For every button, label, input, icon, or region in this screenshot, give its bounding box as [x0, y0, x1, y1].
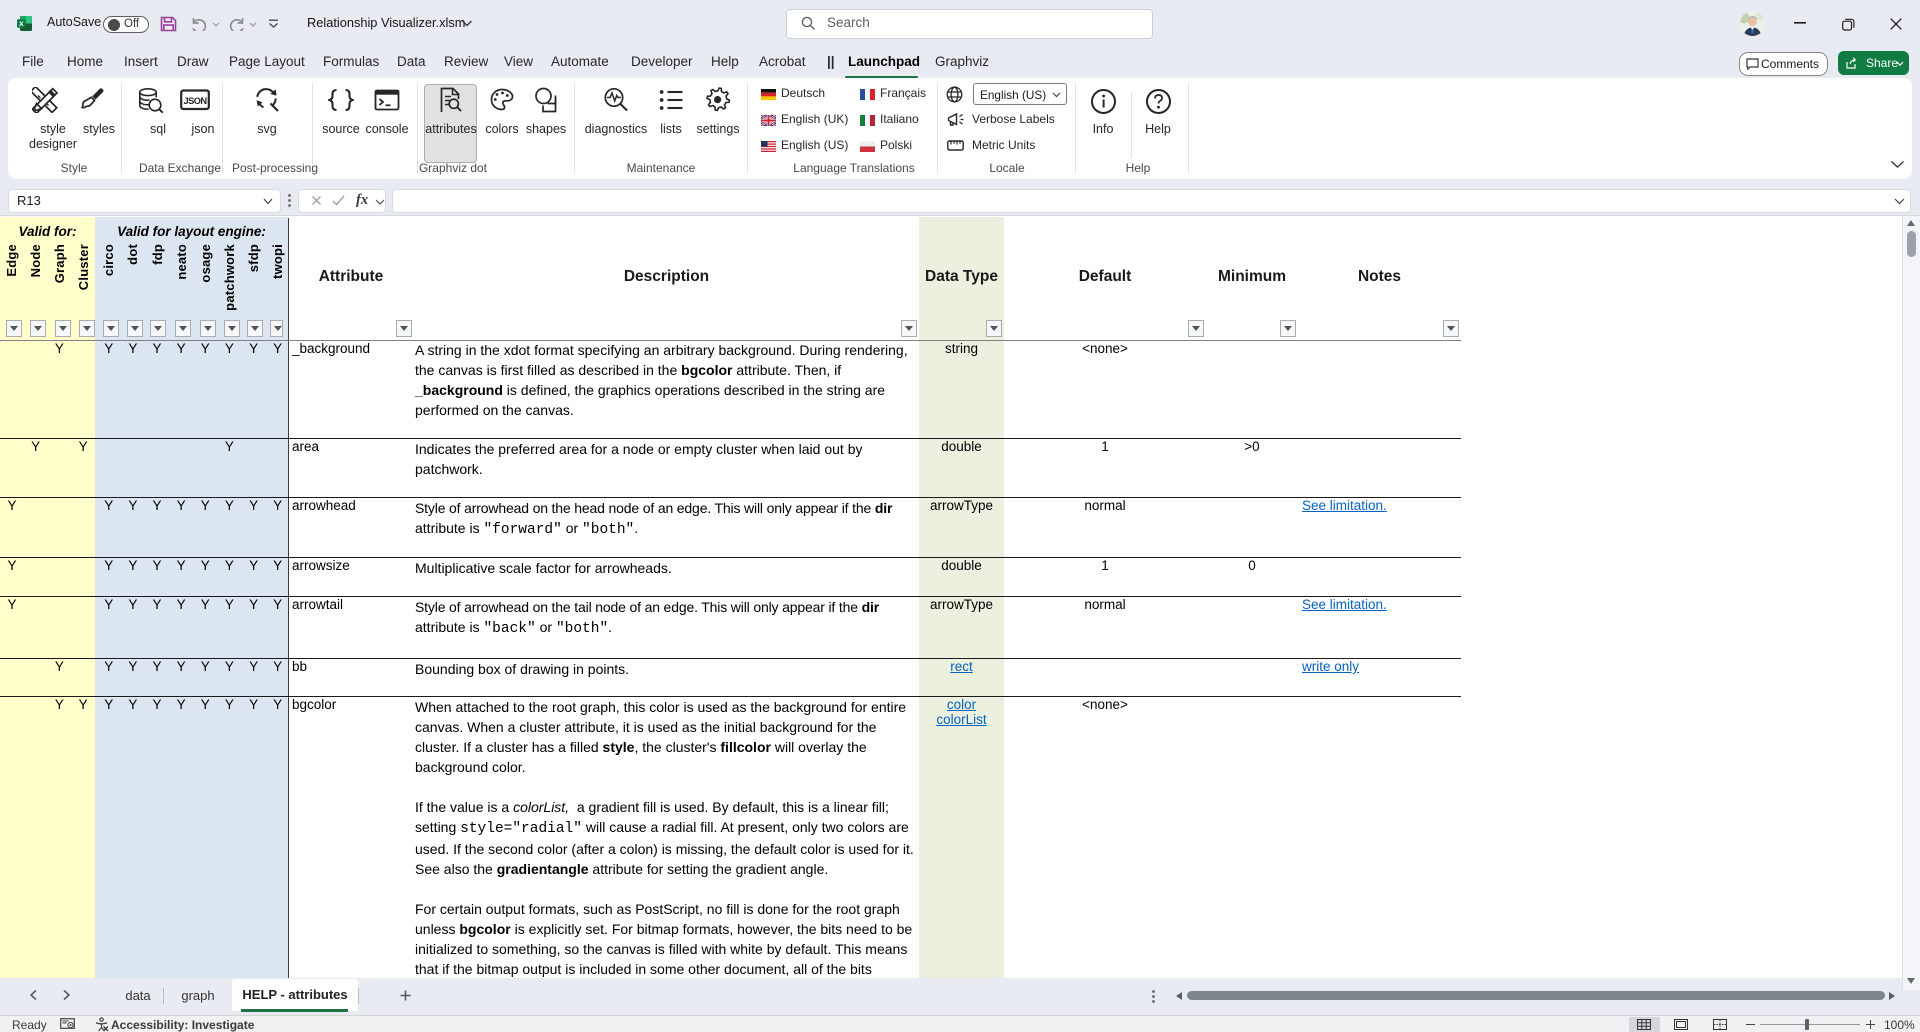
svg-text:JSON: JSON [184, 96, 208, 106]
svg-text:x: x [19, 19, 24, 28]
